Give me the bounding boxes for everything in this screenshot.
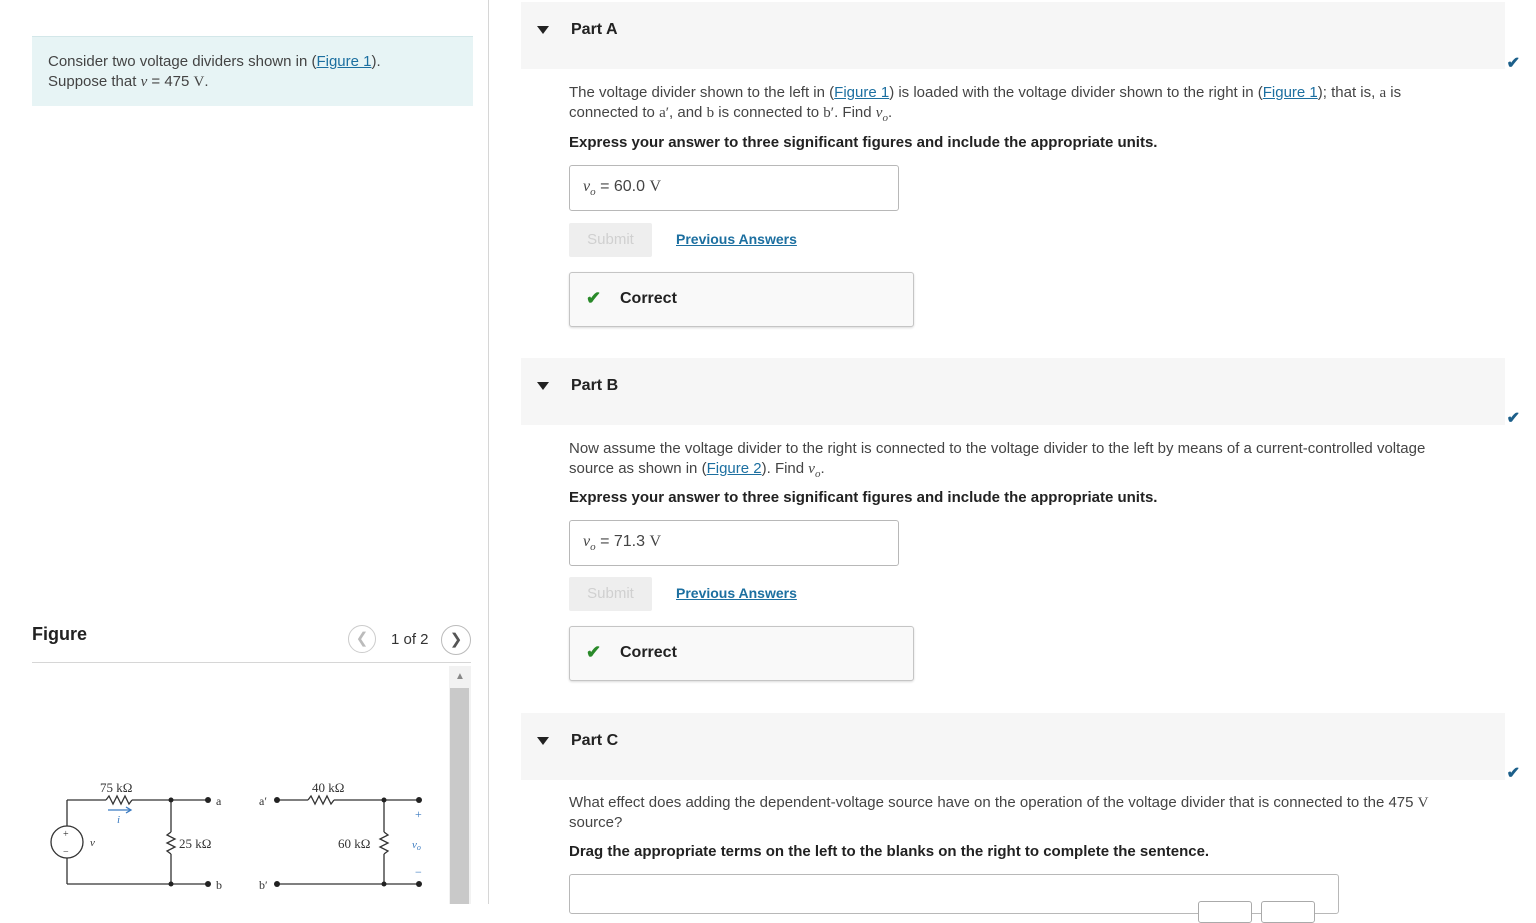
- problem-text: Consider two voltage dividers shown in (: [48, 53, 317, 70]
- resistor-label-r4: 60 kΩ: [338, 836, 370, 851]
- caret-down-icon[interactable]: [537, 737, 549, 745]
- problem-statement: Consider two voltage dividers shown in (…: [32, 36, 473, 106]
- correct-check-icon: ✔: [586, 642, 602, 662]
- part-b-question: Now assume the voltage divider to the ri…: [569, 440, 1426, 480]
- source-label: v: [90, 837, 95, 849]
- current-label: i: [117, 814, 120, 826]
- feedback-label: Correct: [620, 644, 677, 661]
- part-b-header[interactable]: Part B: [521, 358, 1505, 425]
- figure-title: Figure: [32, 624, 88, 644]
- figure-1-link[interactable]: Figure 1: [1263, 84, 1318, 101]
- problem-text: ).: [371, 53, 381, 70]
- chevron-left-icon[interactable]: ❮: [348, 625, 376, 653]
- node-a-prime-label: a′: [259, 794, 267, 808]
- drag-blank[interactable]: [1198, 901, 1252, 923]
- caret-down-icon[interactable]: [537, 382, 549, 390]
- problem-text: .: [204, 73, 209, 90]
- figure-1-link[interactable]: Figure 1: [834, 84, 889, 101]
- checkmark-icon: ✔: [1506, 410, 1520, 427]
- part-b-submit-button[interactable]: Submit: [569, 577, 652, 611]
- vo-label: vo: [412, 839, 421, 852]
- part-c-header[interactable]: Part C: [521, 713, 1505, 780]
- part-a-question: The voltage divider shown to the left in…: [569, 84, 1402, 124]
- right-pane: Part A ✔ The voltage divider shown to th…: [489, 0, 1536, 923]
- checkmark-icon: ✔: [1506, 765, 1520, 782]
- figure-1-link[interactable]: Figure 1: [316, 53, 371, 70]
- source-plus-label: +: [63, 829, 69, 840]
- part-c-question: What effect does adding the dependent-vo…: [569, 794, 1429, 831]
- part-c-title: Part C: [571, 732, 619, 749]
- chevron-right-icon[interactable]: ❯: [441, 625, 471, 655]
- part-a-feedback: ✔ Correct: [569, 272, 914, 327]
- resistor-label-r3: 40 kΩ: [312, 780, 344, 795]
- checkmark-icon: ✔: [1506, 55, 1520, 72]
- correct-check-icon: ✔: [586, 288, 602, 308]
- part-c-instruction: Drag the appropriate terms on the left t…: [569, 843, 1210, 860]
- node-a-label: a: [216, 794, 222, 808]
- source-minus-label: −: [63, 847, 69, 858]
- figure-counter: 1 of 2: [391, 631, 429, 648]
- vo-plus-label: +: [415, 807, 422, 821]
- part-a-instruction: Express your answer to three significant…: [569, 134, 1158, 151]
- drag-blank[interactable]: [1261, 901, 1315, 923]
- node-b-label: b: [216, 878, 222, 892]
- figure-scrollbar[interactable]: ▲: [449, 666, 471, 904]
- part-b-previous-answers-link[interactable]: Previous Answers: [676, 585, 797, 601]
- circuit-figure: 75 kΩ 25 kΩ 40 kΩ 60 kΩ v i a b a′ b′ + …: [50, 780, 422, 892]
- unit-v: V: [193, 74, 205, 90]
- problem-text: Suppose that: [48, 73, 141, 90]
- resistor-label-r1: 75 kΩ: [100, 780, 132, 795]
- node-b-prime-label: b′: [259, 878, 268, 892]
- left-pane: Consider two voltage dividers shown in (…: [0, 0, 488, 904]
- scrollbar-thumb[interactable]: [450, 688, 469, 904]
- part-b-title: Part B: [571, 377, 619, 394]
- divider: [32, 662, 471, 663]
- part-a-submit-button[interactable]: Submit: [569, 223, 652, 257]
- resistor-label-r2: 25 kΩ: [179, 836, 211, 851]
- part-b-instruction: Express your answer to three significant…: [569, 489, 1158, 506]
- part-a-answer-field[interactable]: vo = 60.0 V: [569, 165, 899, 211]
- caret-down-icon[interactable]: [537, 26, 549, 34]
- part-c-drag-area[interactable]: [569, 874, 1339, 923]
- feedback-label: Correct: [620, 290, 677, 307]
- problem-text: = 475: [147, 73, 194, 90]
- part-a-previous-answers-link[interactable]: Previous Answers: [676, 231, 797, 247]
- figure-2-link[interactable]: Figure 2: [707, 460, 762, 477]
- vo-minus-label: −: [415, 865, 422, 879]
- part-a-title: Part A: [571, 21, 618, 38]
- scroll-up-icon[interactable]: ▲: [449, 670, 471, 684]
- part-b-feedback: ✔ Correct: [569, 626, 914, 681]
- part-a-header[interactable]: Part A: [521, 2, 1505, 69]
- part-b-answer-field[interactable]: vo = 71.3 V: [569, 520, 899, 566]
